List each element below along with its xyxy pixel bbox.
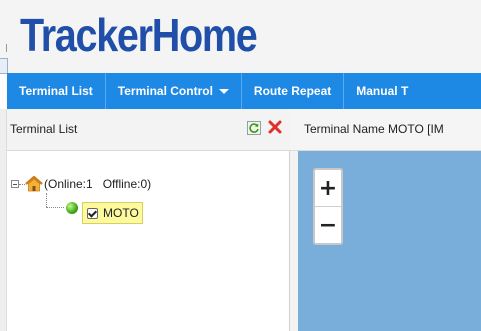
panel-title: Terminal List (10, 122, 78, 136)
divider (6, 44, 7, 52)
nav-route-repeat-label: Route Repeat (253, 84, 332, 98)
tree-node-label: MOTO (103, 206, 139, 220)
nav-manual[interactable]: Manual T (344, 73, 420, 109)
terminal-list-panel: Terminal List (7, 109, 290, 331)
terminal-info-header: Terminal Name MOTO [IM (290, 109, 481, 151)
app-header: TrackerHome (0, 0, 481, 74)
app-logo: TrackerHome (20, 9, 258, 61)
nav-route-repeat[interactable]: Route Repeat (242, 73, 345, 109)
zoom-control: + − (313, 168, 343, 245)
chevron-down-icon (218, 88, 229, 94)
refresh-icon[interactable] (247, 121, 261, 135)
tree-collapse-toggle[interactable] (11, 180, 19, 188)
nav-terminal-list[interactable]: Terminal List (7, 73, 106, 109)
close-icon[interactable] (267, 119, 283, 135)
nav-terminal-list-label: Terminal List (19, 84, 93, 98)
sidebar-edge (0, 109, 7, 331)
tree-connector (46, 207, 64, 208)
tree-node-moto[interactable]: MOTO (82, 202, 143, 224)
terminal-name-text: Terminal Name MOTO [IM (304, 122, 444, 136)
nav-terminal-control-label: Terminal Control (117, 84, 213, 98)
tree-root-label: (Online:1 Offline:0) (44, 177, 152, 191)
zoom-out-button[interactable]: − (315, 207, 341, 243)
tree-root[interactable]: (Online:1 Offline:0) (11, 174, 151, 194)
sidebar-toggle-tab[interactable] (0, 58, 8, 74)
nav-terminal-control[interactable]: Terminal Control (106, 73, 242, 109)
terminal-checkbox[interactable] (87, 207, 98, 219)
main-navbar: Terminal List Terminal Control Route Rep… (7, 73, 481, 109)
zoom-in-button[interactable]: + (315, 170, 341, 206)
home-icon (25, 176, 43, 192)
map-gutter (290, 151, 298, 331)
map-view[interactable]: + − (298, 151, 481, 331)
nav-manual-label: Manual T (356, 84, 409, 98)
panel-header: Terminal List (7, 109, 290, 151)
tree-connector (46, 193, 47, 207)
online-status-icon (66, 202, 78, 214)
